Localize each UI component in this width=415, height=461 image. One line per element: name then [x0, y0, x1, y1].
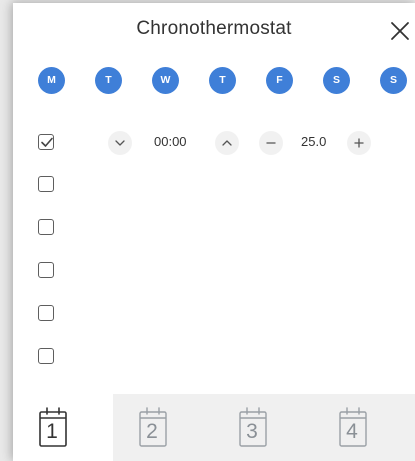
tab-number: 4 — [346, 420, 358, 443]
plus-icon — [354, 138, 364, 148]
temperature-decrease-button[interactable] — [259, 131, 283, 155]
schedule-checkbox[interactable] — [38, 348, 54, 364]
close-button[interactable] — [387, 18, 413, 44]
tab-number: 1 — [46, 420, 58, 443]
schedule-checkbox[interactable] — [38, 219, 54, 235]
schedule-row — [38, 173, 58, 197]
tab-program-1[interactable]: 1 — [13, 394, 113, 461]
schedule-checkbox[interactable] — [38, 262, 54, 278]
schedule-row — [38, 302, 58, 326]
minus-icon — [266, 142, 276, 144]
tab-number: 3 — [246, 420, 258, 443]
schedule-checkbox[interactable] — [38, 134, 54, 150]
window-title: Chronothermostat — [136, 18, 292, 39]
window-header: Chronothermostat — [13, 3, 415, 61]
schedule-row — [38, 345, 58, 369]
checkmark-icon — [41, 137, 53, 147]
tab-program-3[interactable]: 3 — [213, 394, 313, 461]
time-value: 00:00 — [154, 134, 187, 149]
chevron-down-icon — [115, 140, 125, 146]
schedule-checkbox[interactable] — [38, 305, 54, 321]
schedule-row — [38, 259, 58, 283]
tab-program-4[interactable]: 4 — [313, 394, 413, 461]
day-wednesday[interactable]: W — [152, 67, 179, 94]
day-thursday[interactable]: T — [209, 67, 236, 94]
day-monday[interactable]: M — [38, 67, 65, 94]
day-tuesday[interactable]: T — [95, 67, 122, 94]
schedule-checkbox[interactable] — [38, 176, 54, 192]
schedule-row: 00:00 25.0 — [38, 131, 408, 155]
tab-program-2[interactable]: 2 — [113, 394, 213, 461]
day-friday[interactable]: F — [266, 67, 293, 94]
chevron-up-icon — [222, 140, 232, 146]
time-decrease-button[interactable] — [108, 131, 132, 155]
schedule-row — [38, 216, 58, 240]
tab-number: 2 — [146, 420, 158, 443]
day-sunday[interactable]: S — [380, 67, 407, 94]
temperature-increase-button[interactable] — [347, 131, 371, 155]
time-increase-button[interactable] — [215, 131, 239, 155]
temperature-value: 25.0 — [301, 134, 327, 149]
chronothermostat-window: Chronothermostat M T W T F S S 00:00 25.… — [13, 3, 415, 461]
weekday-selector: M T W T F S S — [38, 67, 408, 95]
program-tab-bar: 1 2 3 4 — [13, 394, 415, 461]
day-saturday[interactable]: S — [323, 67, 350, 94]
close-icon — [391, 22, 409, 40]
